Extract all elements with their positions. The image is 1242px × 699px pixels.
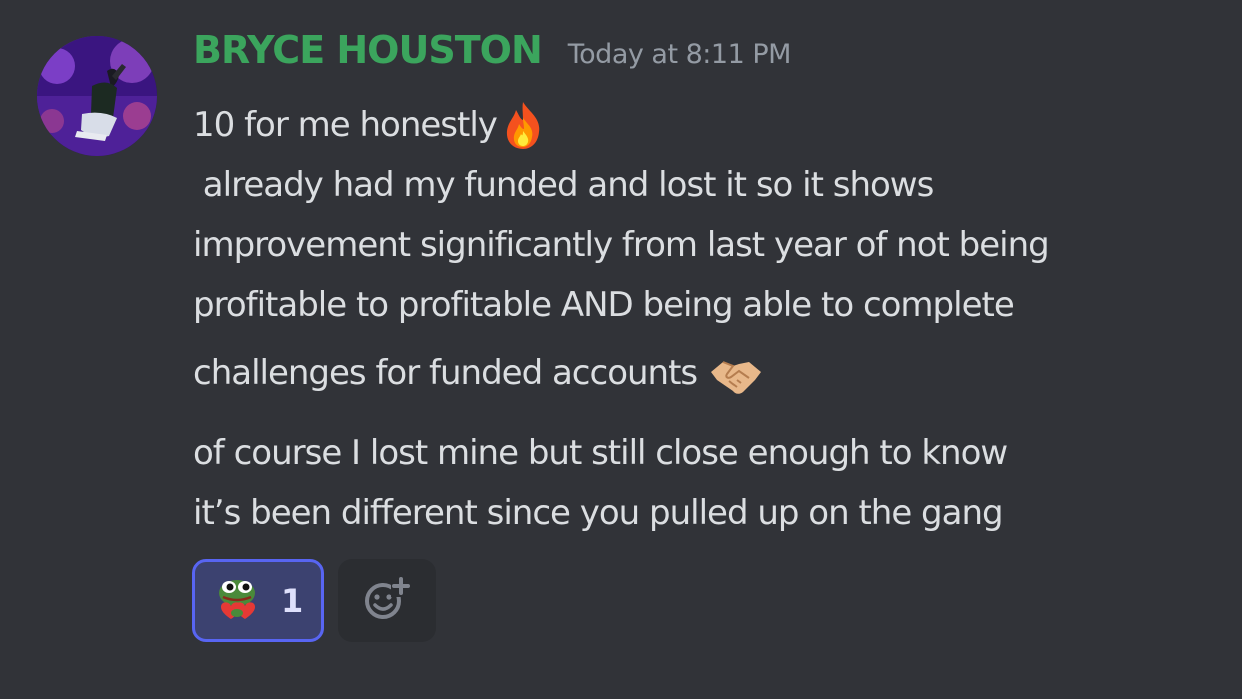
reaction-count: 1 [281,581,304,620]
message-line: of course I lost mine but still close en… [193,433,1008,473]
message-content: 10 for me honestly already had my funded… [193,95,1233,543]
add-reaction-button[interactable] [338,559,436,642]
message-header: BRYCE HOUSTON Today at 8:11 PM [193,28,791,84]
avatar[interactable] [37,36,157,156]
message-line: it’s been different since you pulled up … [193,493,1004,533]
message-line: already had my funded and lost it so it … [193,165,935,205]
fire-emoji [501,97,545,157]
chat-message: BRYCE HOUSTON Today at 8:11 PM 10 for me… [0,0,1242,699]
message-text: challenges for funded accounts [193,353,698,393]
handshake-emoji [709,337,763,413]
message-line: 10 for me honestly [193,95,1233,155]
add-reaction-icon [363,575,411,627]
reaction-pepe[interactable]: 1 [192,559,324,642]
pepe-heart-emoji [215,577,259,625]
reactions-bar: 1 [192,559,436,642]
message-line: improvement significantly from last year… [193,225,1050,265]
avatar-photo [37,36,157,156]
message-line: profitable to profitable AND being able … [193,285,1015,325]
message-text: 10 for me honestly [193,105,498,145]
username[interactable]: BRYCE HOUSTON [193,28,543,72]
message-line: challenges for funded accounts [193,335,1233,411]
timestamp[interactable]: Today at 8:11 PM [568,39,792,70]
